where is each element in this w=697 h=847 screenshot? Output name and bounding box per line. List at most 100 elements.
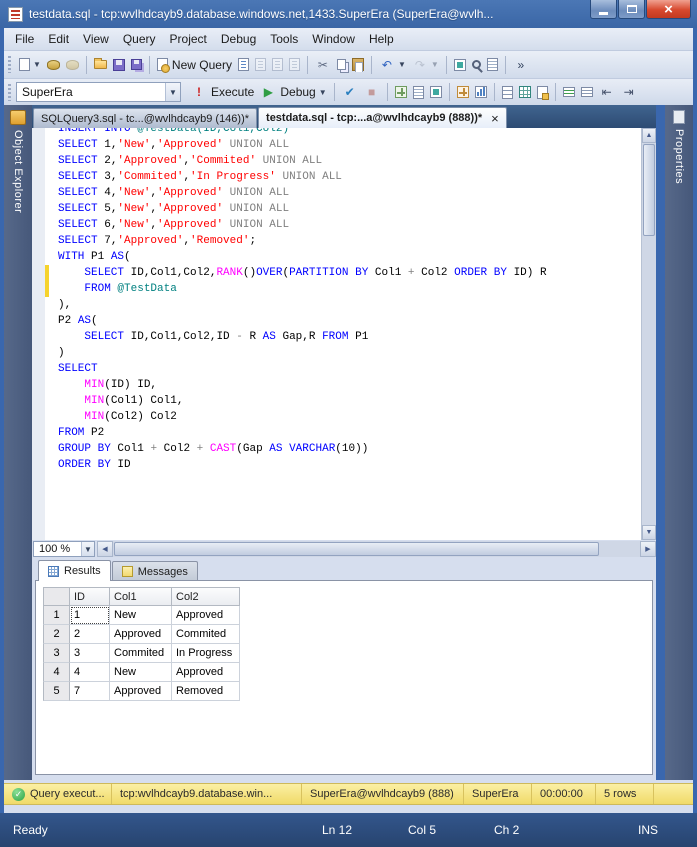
redo-button[interactable]: ↷▼: [409, 55, 442, 75]
cut-button[interactable]: ✂: [312, 55, 334, 75]
code-line[interactable]: MIN(Col2) Col2: [45, 409, 641, 425]
grid-column-header[interactable]: Col2: [172, 587, 240, 606]
chevron-down-icon[interactable]: ▼: [319, 88, 327, 97]
new-query-button[interactable]: New Query: [154, 56, 235, 74]
code-line[interactable]: SELECT ID,Col1,Col2,RANK()OVER(PARTITION…: [45, 265, 641, 281]
menu-file[interactable]: File: [8, 29, 41, 49]
debug-button[interactable]: ▶Debug▼: [257, 82, 329, 102]
tab-results[interactable]: Results: [38, 560, 111, 581]
results-to-grid-button[interactable]: [516, 84, 534, 100]
properties-tab[interactable]: Properties: [665, 105, 693, 780]
code-line[interactable]: GROUP BY Col1 + Col2 + CAST(Gap AS VARCH…: [45, 441, 641, 457]
comment-selection-button[interactable]: [560, 85, 578, 99]
grid-cell[interactable]: Commited: [172, 625, 240, 644]
tab-messages[interactable]: Messages: [112, 561, 198, 581]
code-line[interactable]: P2 AS(: [45, 313, 641, 329]
save-button[interactable]: [110, 57, 128, 73]
scroll-left-icon[interactable]: ◀: [97, 541, 113, 557]
row-number[interactable]: 5: [43, 682, 70, 701]
grid-cell[interactable]: Removed: [172, 682, 240, 701]
grid-cell[interactable]: 1: [70, 606, 110, 625]
row-number[interactable]: 2: [43, 625, 70, 644]
code-line[interactable]: WITH P1 AS(: [45, 249, 641, 265]
menu-view[interactable]: View: [76, 29, 116, 49]
horizontal-scroll-track[interactable]: [113, 541, 640, 557]
database-engine-query-button[interactable]: [235, 56, 252, 73]
scroll-down-icon[interactable]: ▼: [642, 525, 656, 540]
uncomment-selection-button[interactable]: [578, 85, 596, 99]
vertical-scroll-thumb[interactable]: [643, 144, 655, 236]
row-number[interactable]: 3: [43, 644, 70, 663]
menu-tools[interactable]: Tools: [263, 29, 305, 49]
properties-window-button[interactable]: [484, 56, 501, 73]
code-line[interactable]: INSERT INTO @TestData(ID,Col1,Col2): [45, 128, 641, 137]
grid-cell[interactable]: 3: [70, 644, 110, 663]
toolbar-overflow-button[interactable]: »: [510, 55, 532, 75]
code-line[interactable]: FROM P2: [45, 425, 641, 441]
grid-cell[interactable]: 4: [70, 663, 110, 682]
code-line[interactable]: SELECT: [45, 361, 641, 377]
save-all-button[interactable]: [128, 57, 145, 72]
minimize-button[interactable]: [590, 0, 617, 19]
copy-button[interactable]: [334, 57, 349, 72]
results-to-text-button[interactable]: [499, 84, 516, 101]
new-item-button[interactable]: ▼: [16, 56, 44, 73]
cancel-query-button[interactable]: ■: [361, 82, 383, 102]
code-line[interactable]: ORDER BY ID: [45, 457, 641, 473]
activity-monitor-button[interactable]: [44, 58, 63, 72]
grid-cell[interactable]: New: [110, 606, 172, 625]
vertical-scrollbar[interactable]: ▲ ▼: [641, 128, 656, 540]
grid-cell[interactable]: Approved: [172, 663, 240, 682]
menu-project[interactable]: Project: [163, 29, 214, 49]
code-line[interactable]: SELECT 7,'Approved','Removed';: [45, 233, 641, 249]
edit-intellisense-button[interactable]: [427, 84, 445, 100]
code-line[interactable]: SELECT 4,'New','Approved' UNION ALL: [45, 185, 641, 201]
document-tab[interactable]: SQLQuery3.sql - tc...@wvlhdcayb9 (146))*: [33, 108, 257, 128]
grid-column-header[interactable]: ID: [70, 587, 110, 606]
code-line[interactable]: SELECT 2,'Approved','Commited' UNION ALL: [45, 153, 641, 169]
grid-cell[interactable]: New: [110, 663, 172, 682]
maximize-button[interactable]: [618, 0, 645, 19]
analysis-services-query-button[interactable]: [252, 56, 269, 73]
code-line[interactable]: MIN(ID) ID,: [45, 377, 641, 393]
title-bar[interactable]: testdata.sql - tcp:wvlhdcayb9.database.w…: [0, 0, 697, 28]
mdx-query-button[interactable]: [269, 56, 286, 73]
toolbar-grip[interactable]: [8, 56, 11, 73]
code-line[interactable]: SELECT ID,Col1,Col2,ID - R AS Gap,R FROM…: [45, 329, 641, 345]
chevron-down-icon[interactable]: ▼: [398, 60, 406, 69]
vertical-scroll-track[interactable]: [642, 143, 656, 525]
menu-query[interactable]: Query: [116, 29, 163, 49]
code-editor[interactable]: INSERT INTO @TestData(ID,Col1,Col2)SELEC…: [32, 128, 656, 540]
code-line[interactable]: SELECT 1,'New','Approved' UNION ALL: [45, 137, 641, 153]
chevron-down-icon[interactable]: ▼: [81, 542, 94, 556]
include-client-statistics-button[interactable]: [472, 84, 490, 100]
menu-window[interactable]: Window: [305, 29, 362, 49]
code-line[interactable]: SELECT 5,'New','Approved' UNION ALL: [45, 201, 641, 217]
grid-cell[interactable]: Approved: [172, 606, 240, 625]
open-file-button[interactable]: [91, 58, 110, 71]
code-line[interactable]: ): [45, 345, 641, 361]
chevron-down-icon[interactable]: ▼: [431, 60, 439, 69]
grid-cell[interactable]: Approved: [110, 625, 172, 644]
intellisense-enabled-button[interactable]: [451, 57, 469, 73]
grid-cell[interactable]: 2: [70, 625, 110, 644]
code-line[interactable]: FROM @TestData: [45, 281, 641, 297]
horizontal-scrollbar[interactable]: ◀ ▶: [97, 541, 656, 557]
grid-cell[interactable]: Commited: [110, 644, 172, 663]
increase-indent-button[interactable]: ⇥: [618, 82, 640, 102]
grid-column-header[interactable]: Col1: [110, 587, 172, 606]
menu-debug[interactable]: Debug: [214, 29, 263, 49]
parse-button[interactable]: ✔: [339, 82, 361, 102]
tab-close-icon[interactable]: ×: [491, 112, 499, 125]
database-selector[interactable]: SuperEra ▼: [16, 82, 181, 102]
chevron-down-icon[interactable]: ▼: [165, 83, 180, 101]
chevron-down-icon[interactable]: ▼: [33, 60, 41, 69]
grid-cell[interactable]: 7: [70, 682, 110, 701]
grid-cell[interactable]: In Progress: [172, 644, 240, 663]
code-line[interactable]: MIN(Col1) Col1,: [45, 393, 641, 409]
toolbar-grip[interactable]: [8, 84, 11, 101]
results-to-file-button[interactable]: [534, 84, 551, 101]
show-estimated-plan-button[interactable]: [392, 84, 410, 100]
object-explorer-tab[interactable]: Object Explorer: [4, 105, 32, 780]
scroll-right-icon[interactable]: ▶: [640, 541, 656, 557]
